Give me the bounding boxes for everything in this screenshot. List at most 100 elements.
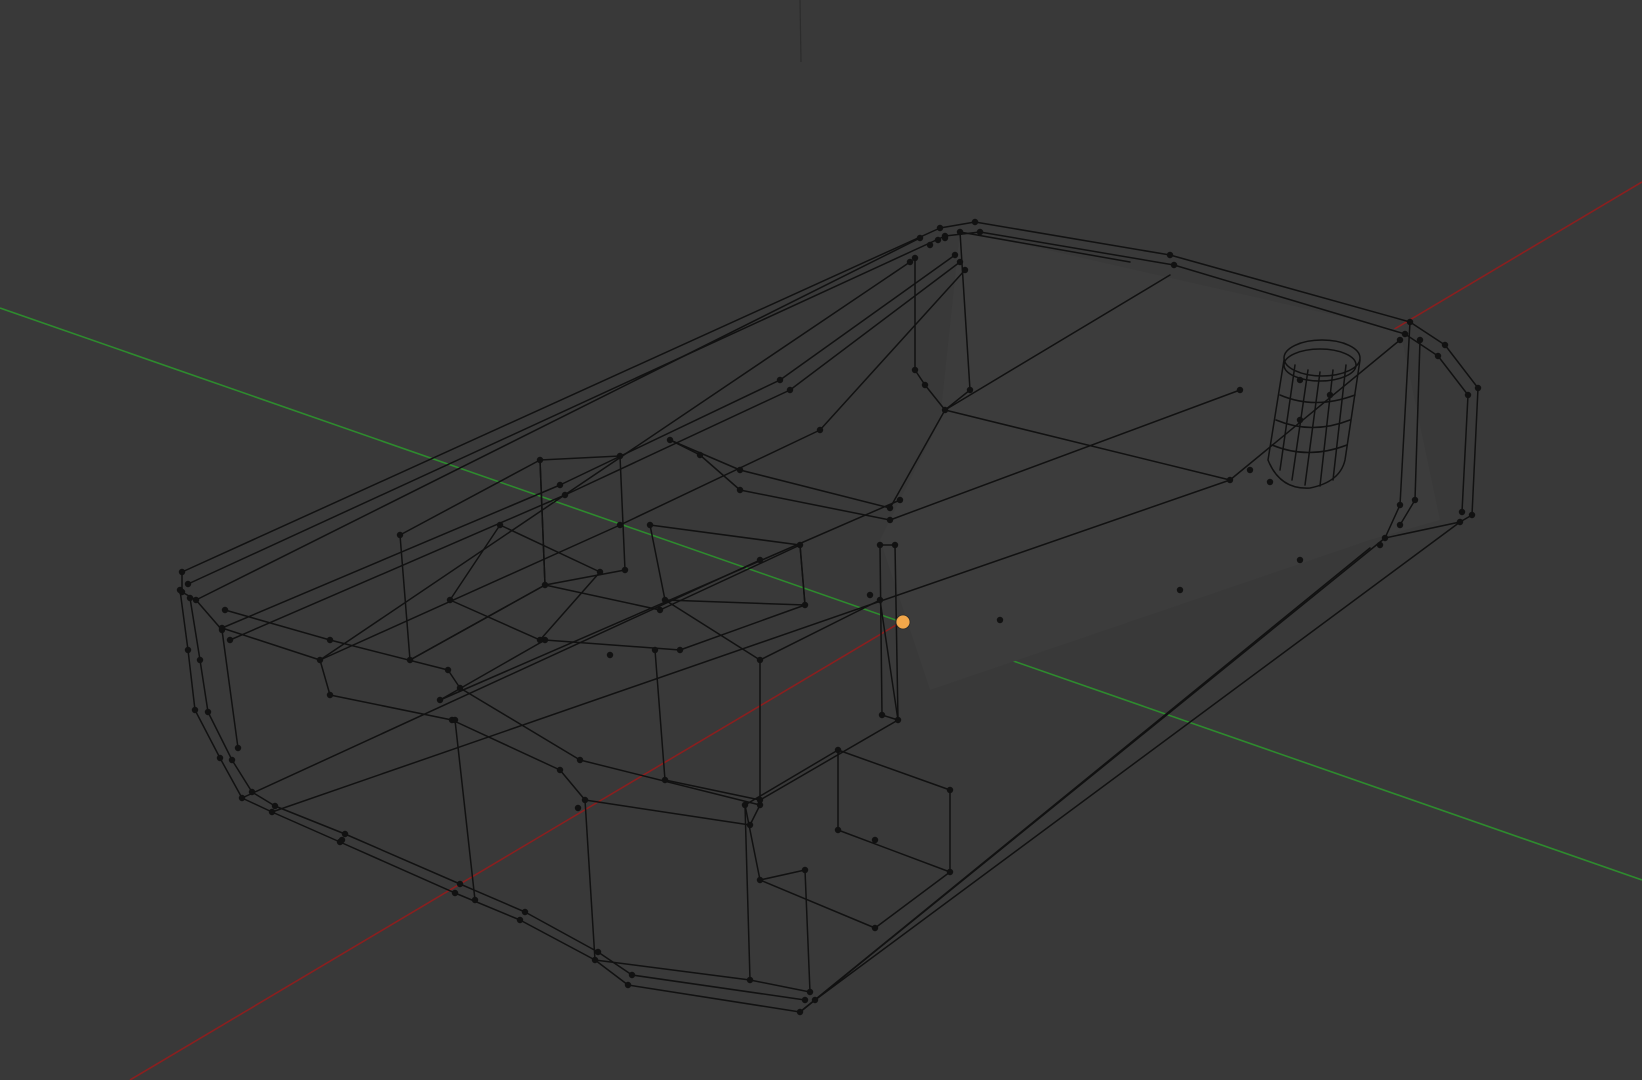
mesh-vertex[interactable] — [891, 541, 899, 549]
mesh-vertex[interactable] — [1464, 391, 1472, 399]
mesh-vertex[interactable] — [516, 916, 524, 924]
mesh-vertex[interactable] — [196, 656, 204, 664]
mesh-vertex[interactable] — [591, 956, 599, 964]
3d-viewport[interactable] — [0, 0, 1642, 1080]
mesh-vertex[interactable] — [946, 786, 954, 794]
mesh-vertex[interactable] — [896, 496, 904, 504]
mesh-vertex[interactable] — [226, 636, 234, 644]
mesh-vertex[interactable] — [878, 711, 886, 719]
mesh-vertex[interactable] — [178, 568, 186, 576]
mesh-vertex[interactable] — [1296, 376, 1304, 384]
mesh-vertex[interactable] — [1166, 251, 1174, 259]
mesh-vertex[interactable] — [1176, 586, 1184, 594]
mesh-vertex[interactable] — [736, 486, 744, 494]
mesh-vertex[interactable] — [776, 376, 784, 384]
mesh-vertex[interactable] — [894, 716, 902, 724]
mesh-vertex[interactable] — [191, 706, 199, 714]
mesh-vertex[interactable] — [811, 996, 819, 1004]
mesh-vertex[interactable] — [1468, 511, 1476, 519]
mesh-vertex[interactable] — [561, 491, 569, 499]
mesh-vertex[interactable] — [594, 948, 602, 956]
mesh-vertex[interactable] — [906, 258, 914, 266]
mesh-vertex[interactable] — [316, 656, 324, 664]
mesh-vertex[interactable] — [221, 606, 229, 614]
mesh-vertex[interactable] — [756, 876, 764, 884]
mesh-vertex[interactable] — [1381, 534, 1389, 542]
mesh-vertex[interactable] — [801, 996, 809, 1004]
mesh-vertex[interactable] — [436, 696, 444, 704]
mesh-vertex[interactable] — [916, 234, 924, 242]
mesh-vertex[interactable] — [456, 684, 464, 692]
mesh-vertex[interactable] — [581, 796, 589, 804]
mesh-vertex[interactable] — [451, 716, 459, 724]
mesh-vertex[interactable] — [184, 646, 192, 654]
mesh-vertex[interactable] — [1396, 501, 1404, 509]
mesh-vertex[interactable] — [576, 756, 584, 764]
mesh-vertex[interactable] — [184, 580, 192, 588]
mesh-vertex[interactable] — [176, 586, 184, 594]
mesh-vertex[interactable] — [941, 406, 949, 414]
mesh-vertex[interactable] — [556, 766, 564, 774]
mesh-vertex[interactable] — [541, 581, 549, 589]
mesh-vertex[interactable] — [1296, 556, 1304, 564]
mesh-vertex[interactable] — [216, 754, 224, 762]
mesh-vertex[interactable] — [921, 381, 929, 389]
mesh-vertex[interactable] — [951, 251, 959, 259]
mesh-vertex[interactable] — [326, 636, 334, 644]
mesh-vertex[interactable] — [956, 258, 964, 266]
mesh-vertex[interactable] — [248, 788, 256, 796]
mesh-vertex[interactable] — [628, 971, 636, 979]
mesh-vertex[interactable] — [796, 1008, 804, 1016]
mesh-vertex[interactable] — [621, 566, 629, 574]
mesh-vertex[interactable] — [756, 556, 764, 564]
mesh-vertex[interactable] — [1396, 336, 1404, 344]
mesh-vertex[interactable] — [456, 880, 464, 888]
mesh-vertex[interactable] — [756, 656, 764, 664]
mesh-vertex[interactable] — [186, 594, 194, 602]
mesh-vertex[interactable] — [801, 866, 809, 874]
mesh-vertex[interactable] — [574, 804, 582, 812]
mesh-vertex[interactable] — [326, 691, 334, 699]
mesh-vertex[interactable] — [646, 521, 654, 529]
mesh-vertex[interactable] — [192, 596, 200, 604]
mesh-vertex[interactable] — [941, 234, 949, 242]
mesh-vertex[interactable] — [238, 794, 246, 802]
mesh-vertex[interactable] — [676, 646, 684, 654]
mesh-vertex[interactable] — [786, 386, 794, 394]
mesh-vertex[interactable] — [661, 776, 669, 784]
mesh-vertex[interactable] — [666, 436, 674, 444]
mesh-vertex[interactable] — [834, 826, 842, 834]
mesh-vertex[interactable] — [876, 541, 884, 549]
mesh-vertex[interactable] — [996, 616, 1004, 624]
mesh-vertex[interactable] — [228, 756, 236, 764]
mesh-vertex[interactable] — [816, 426, 824, 434]
mesh-vertex[interactable] — [1296, 416, 1304, 424]
mesh-vertex[interactable] — [204, 708, 212, 716]
mesh-vertex[interactable] — [1456, 518, 1464, 526]
mesh-vertex[interactable] — [796, 541, 804, 549]
mesh-vertex[interactable] — [471, 896, 479, 904]
mesh-vertex[interactable] — [1411, 496, 1419, 504]
mesh-vertex[interactable] — [946, 868, 954, 876]
mesh-vertex[interactable] — [624, 981, 632, 989]
mesh-vertex[interactable] — [496, 521, 504, 529]
mesh-vertex[interactable] — [956, 228, 964, 236]
mesh-vertex[interactable] — [1434, 352, 1442, 360]
mesh-vertex[interactable] — [451, 889, 459, 897]
mesh-vertex[interactable] — [736, 466, 744, 474]
mesh-vertex[interactable] — [1458, 508, 1466, 516]
mesh-vertex[interactable] — [661, 596, 669, 604]
mesh-vertex[interactable] — [1441, 341, 1449, 349]
mesh-vertex[interactable] — [396, 531, 404, 539]
mesh-vertex[interactable] — [696, 451, 704, 459]
mesh-vertex[interactable] — [521, 908, 529, 916]
mesh-vertex[interactable] — [406, 656, 414, 664]
mesh-vertex[interactable] — [801, 601, 809, 609]
mesh-vertex[interactable] — [936, 224, 944, 232]
mesh-vertex[interactable] — [268, 808, 276, 816]
mesh-vertex[interactable] — [756, 796, 764, 804]
mesh-vertex[interactable] — [271, 802, 279, 810]
mesh-vertex[interactable] — [218, 624, 226, 632]
mesh-vertex[interactable] — [976, 228, 984, 236]
mesh-vertex[interactable] — [876, 596, 884, 604]
